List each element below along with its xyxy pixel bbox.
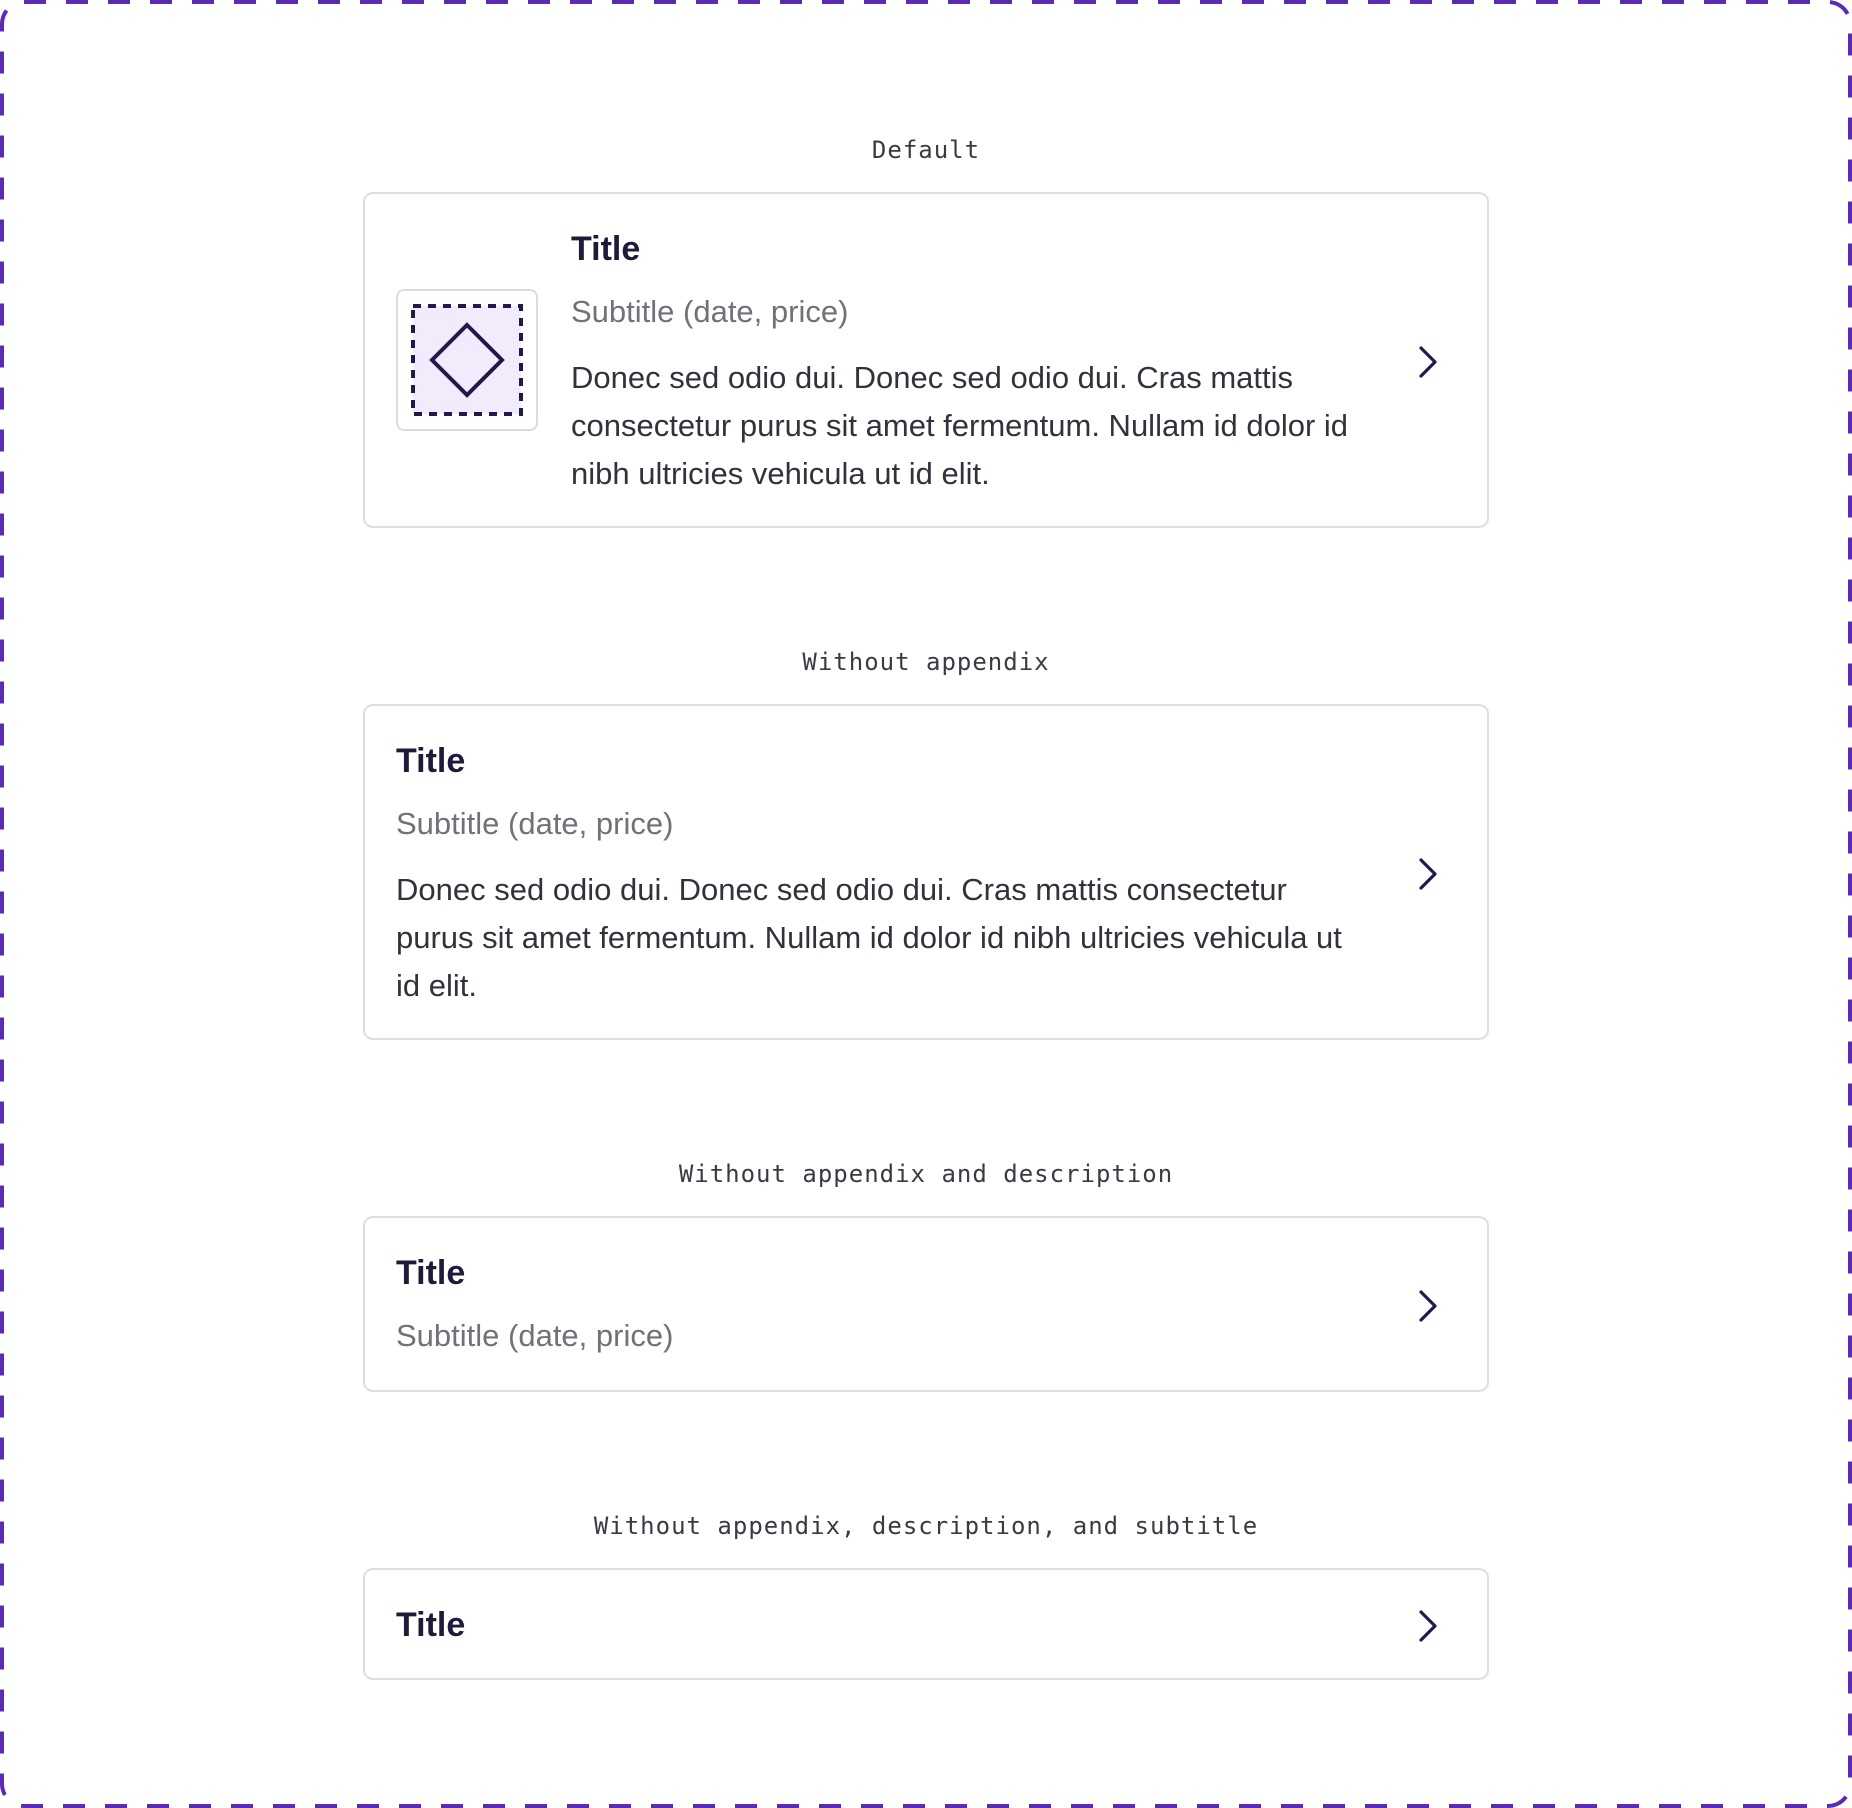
list-card-without-appendix[interactable]: Title Subtitle (date, price) Donec sed o… (363, 704, 1489, 1040)
card-subtitle: Subtitle (date, price) (396, 806, 674, 841)
card-subtitle: Subtitle (date, price) (396, 1318, 674, 1353)
card-title: Title (396, 1606, 466, 1644)
list-card-default[interactable]: Title Subtitle (date, price) Donec sed o… (363, 192, 1489, 528)
card-text: Title (396, 1604, 1367, 1646)
card-description: Donec sed odio dui. Donec sed odio dui. … (571, 360, 1349, 491)
list-card-title-only[interactable]: Title (363, 1568, 1489, 1680)
section-label-without-appendix: Without appendix (802, 648, 1050, 676)
card-title: Title (396, 1254, 466, 1292)
card-subtitle: Subtitle (date, price) (571, 294, 849, 329)
list-card-without-appendix-and-description[interactable]: Title Subtitle (date, price) (363, 1216, 1489, 1392)
card-description: Donec sed odio dui. Donec sed odio dui. … (396, 872, 1342, 1003)
chevron-right-icon[interactable] (1407, 1606, 1447, 1646)
section-label-title-only: Without appendix, description, and subti… (593, 1512, 1259, 1540)
chevron-right-icon[interactable] (1407, 854, 1447, 894)
card-title: Title (396, 742, 466, 780)
chevron-right-icon[interactable] (1407, 342, 1447, 382)
canvas-frame: Default Title Subtitle (date, price) Don… (0, 0, 1852, 1808)
placeholder-diamond-icon (411, 304, 523, 416)
card-text: Title Subtitle (date, price) (396, 1252, 1367, 1356)
chevron-right-icon[interactable] (1407, 1286, 1447, 1326)
section-label-without-appendix-and-description: Without appendix and description (678, 1160, 1174, 1188)
appendix-thumbnail (396, 289, 538, 431)
card-text: Title Subtitle (date, price) Donec sed o… (571, 228, 1367, 498)
section-label-default: Default (871, 136, 981, 164)
card-text: Title Subtitle (date, price) Donec sed o… (396, 740, 1367, 1010)
card-title: Title (571, 230, 641, 268)
